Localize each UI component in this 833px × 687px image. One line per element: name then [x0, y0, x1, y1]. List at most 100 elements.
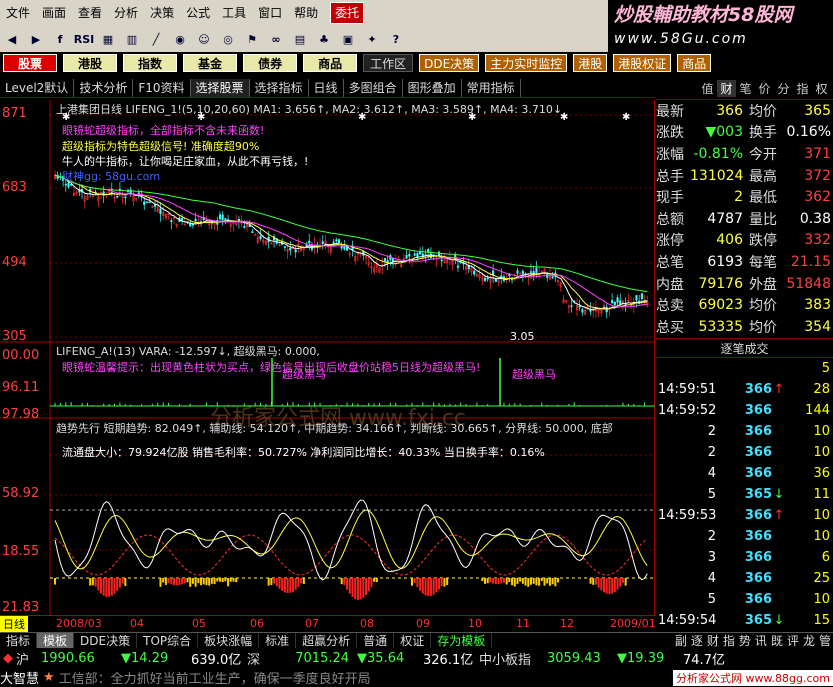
shortcut-tab[interactable]: 既	[769, 633, 785, 648]
tab-price[interactable]: 价	[755, 80, 774, 97]
menu-analysis[interactable]: 分析	[108, 0, 144, 26]
opt-f10[interactable]: F10资料	[133, 78, 191, 97]
help-icon[interactable]: ?	[386, 30, 406, 48]
btab-dde[interactable]: DDE决策	[74, 633, 138, 648]
book-icon[interactable]: ▣	[338, 30, 358, 48]
tab-commodity2[interactable]: 商品	[677, 54, 712, 72]
tab-indicator[interactable]: 指	[793, 80, 812, 97]
shortcut-tab[interactable]: 讯	[753, 633, 769, 648]
opt-select-indicator[interactable]: 选择指标	[250, 78, 309, 97]
person-icon[interactable]: ☺	[194, 30, 214, 48]
tab-index[interactable]: 指数	[123, 54, 178, 72]
binoculars-icon[interactable]: ∞	[266, 30, 286, 48]
eye-icon[interactable]: ◉	[170, 30, 190, 48]
fx-icon[interactable]: f	[50, 30, 70, 48]
news-headline[interactable]: 工信部：全力抓好当前工业生产，确保一季度良好开局	[59, 668, 673, 687]
candle-body	[64, 183, 67, 186]
menu-file[interactable]: 文件	[0, 0, 36, 26]
note-1: 眼镜蛇超级指标，全部指标不含未来函数!	[62, 124, 265, 137]
bell-icon[interactable]: ♣	[314, 30, 334, 48]
tick-price: 366	[744, 402, 772, 418]
btab-chaoying[interactable]: 超赢分析	[296, 633, 358, 648]
tab-hk2[interactable]: 港股	[573, 54, 608, 72]
menu-formula[interactable]: 公式	[180, 0, 216, 26]
date-label: 2008/03	[56, 617, 102, 630]
opt-level2[interactable]: Level2默认	[0, 78, 75, 97]
tab-dde[interactable]: DDE决策	[419, 54, 480, 72]
menu-tools[interactable]: 工具	[216, 0, 252, 26]
calc-icon[interactable]: ▤	[290, 30, 310, 48]
opt-tech-analysis[interactable]: 技术分析	[74, 78, 134, 97]
menu-screen[interactable]: 画面	[36, 0, 72, 26]
shortcut-tab[interactable]: 评	[785, 633, 801, 648]
tab-fund[interactable]: 基金	[183, 54, 238, 72]
chart-area[interactable]: ✱ ✱ ✱ ✱ ✱ ✱ 871 683 494 305 00.00 96.11 97.98…	[0, 100, 655, 615]
tab-bond[interactable]: 债券	[243, 54, 298, 72]
quote-row: 总手 131024 最高 372	[656, 165, 833, 187]
grid-icon[interactable]: ▦	[98, 30, 118, 48]
menu-decision[interactable]: 决策	[144, 0, 180, 26]
osc-bar	[229, 578, 232, 582]
forward-icon[interactable]: ▶	[26, 30, 46, 48]
rsi-icon[interactable]: RSI	[74, 30, 95, 48]
btab-indicator[interactable]: 指标	[0, 633, 38, 648]
tick-list[interactable]: 5 14:59:51 366 ↑ 28 14:59:52 366 144 2 366 10 2 366 1…	[656, 358, 833, 652]
sme-index[interactable]: 3059.43	[547, 651, 617, 666]
btab-standard[interactable]: 标准	[259, 633, 297, 648]
tab-hk-warrant[interactable]: 港股权证	[613, 54, 672, 72]
target-icon[interactable]: ◎	[218, 30, 238, 48]
tick-row: 5 365 ↓ 11	[656, 484, 833, 505]
quote-value: 406	[716, 232, 743, 249]
opt-daily[interactable]: 日线	[309, 78, 344, 97]
menu-help[interactable]: 帮助	[288, 0, 324, 26]
flag-icon[interactable]: ⚑	[242, 30, 262, 48]
shortcut-tab[interactable]: 指	[721, 633, 737, 648]
ruler-icon[interactable]: ╱	[146, 30, 166, 48]
menu-trade[interactable]: 委托	[330, 2, 365, 24]
menu-window[interactable]: 窗口	[252, 0, 288, 26]
logo-title: 炒股輔助教材58股网	[614, 4, 793, 26]
osc-bar	[616, 578, 619, 590]
tab-workspace[interactable]: 工作区	[363, 54, 414, 72]
btab-save-template[interactable]: 存为模板	[431, 633, 493, 648]
tab-hk[interactable]: 港股	[63, 54, 118, 72]
menu-view[interactable]: 查看	[72, 0, 108, 26]
tick-time: 14:59:52	[658, 402, 717, 418]
osc-bar	[624, 578, 627, 586]
sz-index[interactable]: 7015.24	[277, 651, 357, 666]
tab-main-monitor[interactable]: 主力实时监控	[485, 54, 568, 72]
btab-sector[interactable]: 板块涨幅	[198, 633, 260, 648]
tab-warrant[interactable]: 权	[812, 80, 831, 97]
btab-normal[interactable]: 普通	[357, 633, 395, 648]
shortcut-tab[interactable]: 财	[705, 633, 721, 648]
osc-bar	[497, 578, 500, 584]
tab-commodity[interactable]: 商品	[303, 54, 358, 72]
shortcut-tab[interactable]: 势	[737, 633, 753, 648]
shortcut-tab[interactable]: 管	[817, 633, 833, 648]
opt-common-indicator[interactable]: 常用指标	[462, 78, 521, 97]
osc-bar	[54, 578, 56, 585]
tab-value[interactable]: 值	[698, 80, 717, 97]
tab-finance[interactable]: 财	[717, 80, 736, 97]
opt-overlay[interactable]: 图形叠加	[403, 78, 462, 97]
tab-minute[interactable]: 分	[774, 80, 793, 97]
tab-stocks[interactable]: 股票	[3, 54, 58, 72]
period-label[interactable]: 日线	[0, 616, 28, 632]
candle-body	[581, 309, 584, 313]
btab-top[interactable]: TOP综合	[137, 633, 199, 648]
sh-amount: 639.0亿	[191, 652, 242, 668]
opt-select-stock[interactable]: 选择股票	[190, 78, 250, 97]
shortcut-tab[interactable]: 副	[673, 633, 689, 648]
tab-trades[interactable]: 笔	[736, 80, 755, 97]
candle-body	[159, 208, 162, 215]
sh-index[interactable]: 1990.66	[41, 651, 121, 666]
btab-warrant[interactable]: 权证	[394, 633, 432, 648]
star-icon[interactable]: ✦	[362, 30, 382, 48]
shortcut-tab[interactable]: 龙	[801, 633, 817, 648]
shortcut-tab[interactable]: 逐	[689, 633, 705, 648]
back-icon[interactable]: ◀	[2, 30, 22, 48]
opt-multi-chart[interactable]: 多图组合	[344, 78, 403, 97]
osc-bar	[224, 578, 227, 582]
chart-icon[interactable]: ▥	[122, 30, 142, 48]
btab-template[interactable]: 模板	[37, 633, 75, 648]
